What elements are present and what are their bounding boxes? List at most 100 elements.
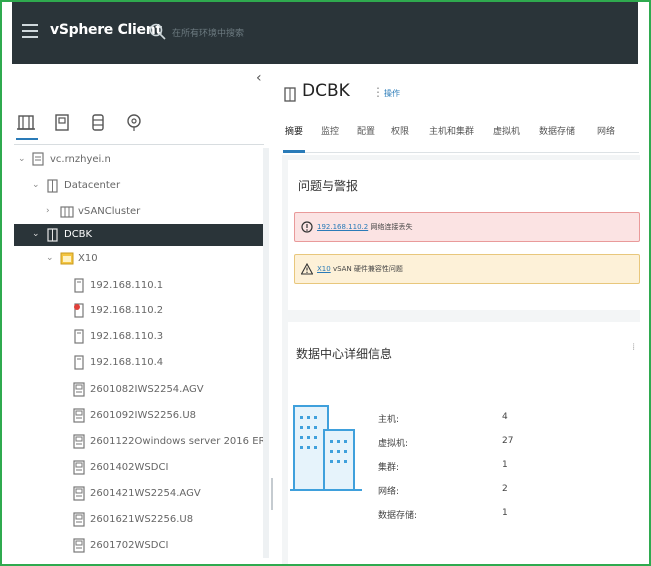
tab-datastores[interactable]: 数据存储 [539, 124, 575, 137]
storage-icon[interactable] [88, 112, 110, 138]
tree-item-vm[interactable]: 2601082IWS2254.AGV [14, 379, 264, 401]
stat-datastores-value: 1 [502, 508, 508, 518]
tree-item-label: 2601092IWS2256.U8 [90, 410, 197, 421]
issues-title: 问题与警报 [298, 179, 359, 193]
tree-item-vm[interactable]: 2601621WS2256.U8 [14, 509, 264, 531]
app-title[interactable]: vSphere Client [50, 22, 162, 38]
tree-item-label: 2601082IWS2254.AGV [90, 384, 204, 395]
host-error-icon [74, 303, 84, 318]
alert-object-link[interactable]: 192.168.110.2 [317, 223, 368, 231]
stat-clusters-value: 1 [502, 460, 508, 470]
tree-item-host[interactable]: 192.168.110.1 [14, 275, 264, 297]
tab-summary[interactable]: 摘要 [285, 124, 303, 137]
tree-item-label: 2601621WS2256.U8 [90, 514, 194, 525]
tree-item-vm[interactable]: 2601122Owindows server 2016 ERP2 [14, 431, 264, 453]
tree-item-label: X10 [78, 253, 98, 264]
tree-item-label: 2601702WSDCI [90, 540, 169, 551]
tree-item-label: 2601421WS2254.AGV [90, 488, 201, 499]
vm-icon [73, 434, 85, 449]
folder-icon [60, 252, 74, 265]
tree-scrollbar-thumb[interactable] [271, 478, 273, 510]
vm-icon [73, 538, 85, 553]
host-icon [74, 278, 84, 293]
datacenter-icon [47, 228, 58, 242]
tree-item-label: 192.168.110.4 [90, 357, 164, 368]
actions-dots-icon[interactable]: ⋮ [372, 85, 384, 99]
top-bar: vSphere Client 在所有环境中搜索 [12, 2, 638, 64]
stat-clusters-label: 集群: [378, 463, 400, 473]
alert-message: vSAN 硬件兼容性问题 [332, 265, 403, 273]
chevron-down-icon[interactable]: ⌄ [32, 180, 40, 190]
alert-warning: X10 vSAN 硬件兼容性问题 [294, 254, 640, 284]
vm-icon [73, 486, 85, 501]
vm-icon [73, 512, 85, 527]
network-icon[interactable] [124, 112, 146, 138]
stat-networks-value: 2 [502, 484, 508, 494]
tree-item-label: 192.168.110.2 [90, 305, 164, 316]
vm-icon [73, 460, 85, 475]
navigator-tabs [14, 112, 264, 142]
active-tab-indicator [283, 150, 305, 153]
tree-item-vm[interactable]: 2601421WS2254.AGV [14, 483, 264, 505]
host-icon [74, 355, 84, 370]
inventory-tree: ⌄ vc.rnzhyei.n ⌄ Datacenter › vSANCluste… [14, 147, 264, 561]
hosts-clusters-icon[interactable] [16, 112, 38, 140]
vm-icon [73, 382, 85, 397]
vms-templates-icon[interactable] [52, 112, 74, 138]
tree-item-cluster[interactable]: › vSANCluster [14, 201, 264, 223]
tree-item-label: vSANCluster [78, 206, 141, 217]
hamburger-icon[interactable] [22, 24, 38, 38]
vm-icon [73, 408, 85, 423]
drag-handle-icon[interactable]: ⁞ [632, 342, 635, 353]
tree-item-dcbk[interactable]: ⌄ DCBK [14, 224, 264, 246]
object-tabs: 摘要 监控 配置 权限 主机和集群 虚拟机 数据存储 网络 [283, 118, 639, 153]
datacenter-illustration-icon [290, 405, 362, 491]
chevron-down-icon[interactable]: ⌄ [18, 154, 26, 164]
datacenter-icon [284, 87, 296, 102]
tree-scrollbar[interactable] [263, 148, 269, 558]
stat-networks-label: 网络: [378, 487, 400, 497]
tree-item-vm[interactable]: 2601092IWS2256.U8 [14, 405, 264, 427]
tree-item-folder[interactable]: ⌄ X10 [14, 248, 264, 270]
search-input[interactable]: 在所有环境中搜索 [172, 26, 244, 39]
stat-vms-value: 27 [502, 436, 514, 446]
datacenter-icon [47, 179, 58, 193]
tree-item-vcenter[interactable]: ⌄ vc.rnzhyei.n [14, 149, 264, 171]
tree-item-label: 192.168.110.1 [90, 280, 164, 291]
pane-divider [14, 144, 264, 145]
tree-item-host[interactable]: 192.168.110.2 [14, 300, 264, 322]
chevron-down-icon[interactable]: ⌄ [32, 229, 40, 239]
stat-vms-label: 虚拟机: [378, 439, 409, 449]
alert-object-link[interactable]: X10 [317, 265, 331, 273]
tree-item-host[interactable]: 192.168.110.3 [14, 326, 264, 348]
tab-vms[interactable]: 虚拟机 [493, 124, 520, 137]
host-icon [74, 329, 84, 344]
alert-error: 192.168.110.2 网络连接丢失 [294, 212, 640, 242]
chevron-right-icon[interactable]: › [46, 206, 50, 216]
error-icon [301, 221, 313, 233]
tab-hosts-clusters[interactable]: 主机和集群 [429, 124, 474, 137]
warning-icon [301, 263, 313, 275]
tree-item-host[interactable]: 192.168.110.4 [14, 352, 264, 374]
search-icon[interactable] [148, 22, 168, 42]
tree-item-vm[interactable]: 2601702WSDCI [14, 535, 264, 557]
collapse-pane-icon[interactable]: ‹ [256, 70, 262, 86]
tree-item-vm[interactable]: 2601402WSDCI [14, 457, 264, 479]
stat-datastores-label: 数据存储: [378, 511, 418, 521]
tree-item-label: 192.168.110.3 [90, 331, 164, 342]
actions-menu[interactable]: 操作 [384, 88, 400, 99]
tab-networks[interactable]: 网络 [597, 124, 615, 137]
cluster-icon [60, 206, 74, 218]
tree-item-label: 2601122Owindows server 2016 ERP2 [90, 436, 264, 447]
tab-permissions[interactable]: 权限 [391, 124, 409, 137]
tree-item-label: Datacenter [64, 180, 121, 191]
tree-item-label: 2601402WSDCI [90, 462, 169, 473]
chevron-down-icon[interactable]: ⌄ [46, 253, 54, 263]
tab-monitor[interactable]: 监控 [321, 124, 339, 137]
tree-item-label: DCBK [64, 229, 93, 240]
details-title: 数据中心详细信息 [296, 347, 393, 361]
tab-configure[interactable]: 配置 [357, 124, 375, 137]
stat-hosts-value: 4 [502, 412, 508, 422]
tree-item-datacenter[interactable]: ⌄ Datacenter [14, 175, 264, 197]
tree-item-label: vc.rnzhyei.n [50, 154, 111, 165]
